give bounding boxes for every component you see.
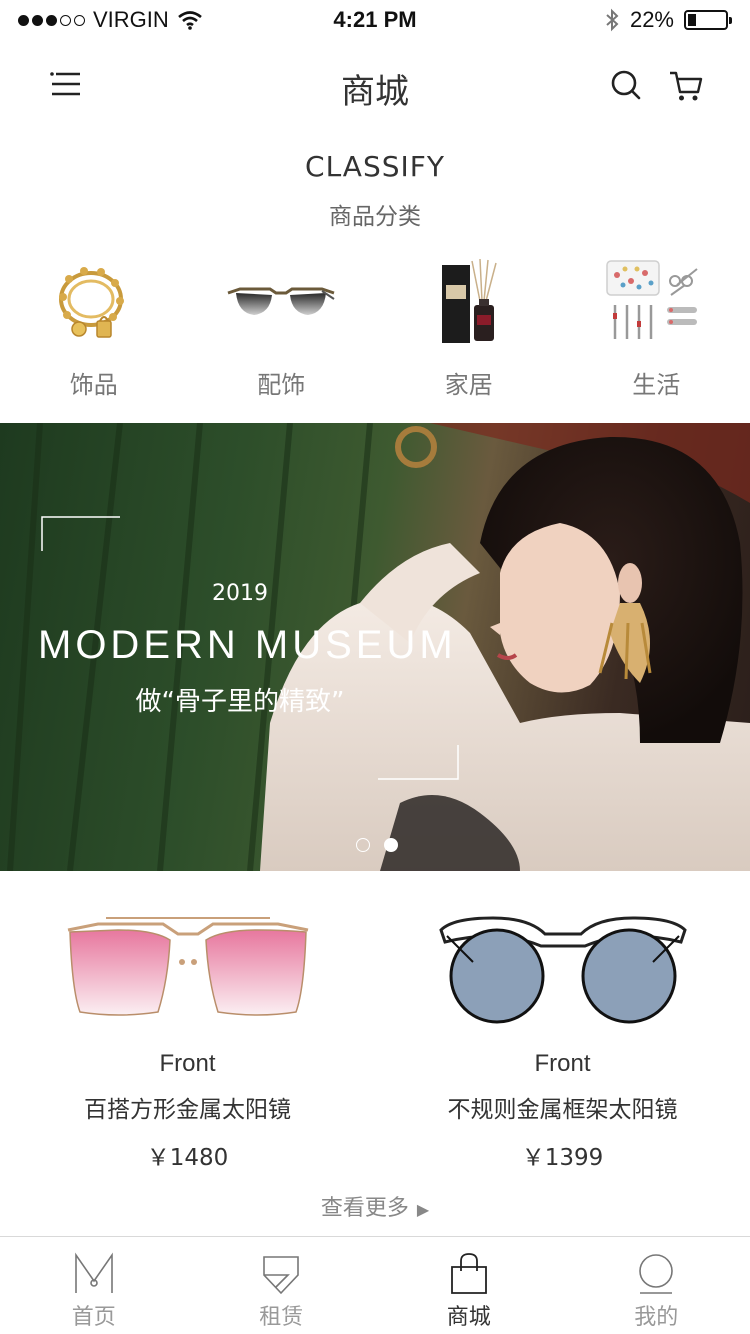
tab-profile[interactable]: 我的 bbox=[563, 1237, 750, 1334]
category-jewelry[interactable]: 饰品 bbox=[0, 255, 188, 400]
profile-icon bbox=[639, 1254, 674, 1294]
product-card[interactable]: Front 不规则金属框架太阳镜 ￥1399 bbox=[375, 900, 750, 1172]
diffuser-icon bbox=[441, 258, 497, 343]
view-more-label: 查看更多 bbox=[320, 1196, 409, 1221]
category-label: 生活 bbox=[632, 371, 681, 399]
bluetooth-icon bbox=[606, 8, 619, 32]
product-brand: Front bbox=[159, 1050, 216, 1077]
category-list: 饰品 配饰 家居 生活 bbox=[0, 255, 750, 400]
status-bar: VIRGIN 4:21 PM 22% bbox=[0, 0, 750, 40]
tab-label: 首页 bbox=[71, 1305, 116, 1330]
cart-button[interactable] bbox=[666, 66, 706, 106]
tab-shop[interactable]: 商城 bbox=[375, 1237, 563, 1334]
product-brand: Front bbox=[534, 1050, 591, 1077]
blue-round-sunglasses-icon bbox=[438, 916, 687, 1024]
carousel-dot-active[interactable] bbox=[384, 838, 398, 852]
product-list: Front 百搭方形金属太阳镜 ￥1480 Front 不规则金属框架太阳镜 ￥… bbox=[0, 900, 750, 1172]
pink-square-sunglasses-icon bbox=[67, 917, 308, 1016]
product-price: ￥1480 bbox=[146, 1145, 229, 1171]
nav-header: 商城 bbox=[0, 40, 750, 130]
tab-home[interactable]: 首页 bbox=[0, 1237, 188, 1334]
banner-title: MODERN MUSEUM bbox=[38, 623, 457, 667]
banner-subtitle: 做“骨子里的精致” bbox=[135, 687, 345, 717]
category-accessories[interactable]: 配饰 bbox=[188, 255, 376, 400]
view-more-link[interactable]: 查看更多 ▶ bbox=[0, 1190, 750, 1222]
carousel-dot[interactable] bbox=[356, 838, 370, 852]
product-price: ￥1399 bbox=[521, 1145, 604, 1171]
shopping-bag-icon bbox=[450, 1253, 487, 1294]
promo-banner[interactable]: 2019 MODERN MUSEUM 做“骨子里的精致” bbox=[0, 423, 750, 871]
banner-year: 2019 bbox=[212, 581, 268, 606]
bracelet-icon bbox=[58, 267, 124, 338]
battery-icon bbox=[684, 10, 732, 30]
category-label: 家居 bbox=[444, 371, 493, 399]
status-right: 22% bbox=[604, 7, 732, 33]
category-life[interactable]: 生活 bbox=[563, 255, 750, 400]
classify-subtitle: 商品分类 bbox=[329, 204, 421, 230]
category-home[interactable]: 家居 bbox=[375, 255, 563, 400]
tab-label: 租赁 bbox=[259, 1305, 304, 1330]
category-label: 配饰 bbox=[257, 371, 306, 399]
home-icon bbox=[74, 1252, 113, 1293]
category-label: 饰品 bbox=[69, 371, 118, 399]
bottom-tab-bar: 首页 租赁 商城 我的 bbox=[0, 1236, 750, 1334]
product-name: 百搭方形金属太阳镜 bbox=[84, 1097, 291, 1123]
classify-title: CLASSIFY bbox=[305, 150, 445, 183]
search-icon bbox=[611, 70, 641, 100]
search-button[interactable] bbox=[606, 66, 646, 106]
play-arrow-icon: ▶ bbox=[416, 1200, 430, 1219]
sunglasses-icon bbox=[227, 287, 335, 315]
battery-percent: 22% bbox=[629, 7, 674, 32]
product-card[interactable]: Front 百搭方形金属太阳镜 ￥1480 bbox=[0, 900, 375, 1172]
carousel-dots bbox=[356, 838, 398, 852]
tab-rent[interactable]: 租赁 bbox=[188, 1237, 376, 1334]
product-name: 不规则金属框架太阳镜 bbox=[447, 1097, 678, 1123]
tab-label: 商城 bbox=[446, 1305, 491, 1330]
battery-fill bbox=[688, 14, 696, 26]
tab-label: 我的 bbox=[634, 1305, 679, 1330]
rent-icon bbox=[263, 1256, 300, 1295]
manicure-set-icon bbox=[606, 260, 698, 339]
cart-icon bbox=[670, 71, 703, 101]
